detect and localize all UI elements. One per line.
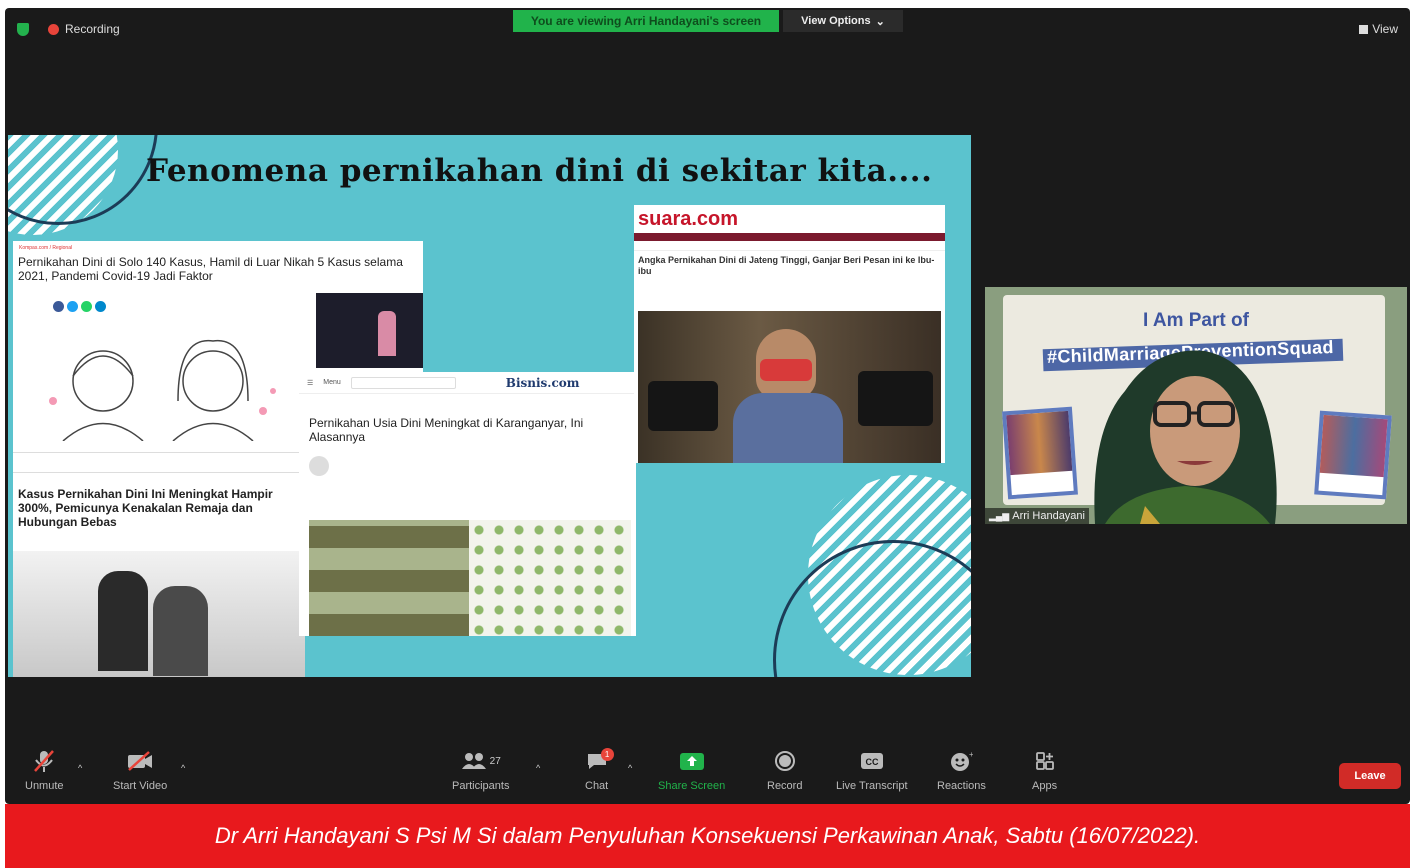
microphone-muted-icon bbox=[33, 746, 55, 776]
start-video-button[interactable]: Start Video bbox=[113, 746, 167, 792]
news-photo bbox=[13, 551, 305, 677]
chat-options-caret[interactable]: ^ bbox=[628, 763, 632, 773]
illustration-couple bbox=[49, 339, 276, 441]
news-clipping-bisnis: ☰ Menu Bisnis.com Pernikahan Usia Dini M… bbox=[299, 372, 636, 636]
recording-label[interactable]: Recording bbox=[65, 22, 120, 36]
recording-icon bbox=[48, 24, 59, 35]
reactions-label: Reactions bbox=[937, 780, 986, 792]
security-shield-icon[interactable] bbox=[17, 23, 29, 36]
record-label: Record bbox=[767, 780, 803, 792]
view-options-label: View Options bbox=[801, 15, 871, 27]
participants-button[interactable]: 27 Participants bbox=[452, 746, 509, 792]
meeting-toolbar: Unmute ^ Start Video ^ 27 Participants ^… bbox=[5, 746, 1410, 804]
news-headline: Angka Pernikahan Dini di Jateng Tinggi, … bbox=[638, 255, 935, 276]
record-button[interactable]: Record bbox=[767, 746, 802, 792]
share-screen-label: Share Screen bbox=[658, 780, 726, 792]
search-input bbox=[350, 376, 456, 389]
site-nav-bar bbox=[634, 233, 945, 241]
participants-icon: 27 bbox=[461, 746, 501, 776]
participant-name: Arri Handayani bbox=[1012, 510, 1085, 522]
participants-options-caret[interactable]: ^ bbox=[536, 763, 540, 773]
slide-title: Fenomena pernikahan dini di sekitar kita… bbox=[146, 153, 933, 189]
share-screen-icon bbox=[679, 746, 705, 776]
ring-decoration bbox=[773, 540, 971, 677]
camera-off-icon bbox=[127, 746, 153, 776]
chat-unread-badge: 1 bbox=[600, 748, 614, 761]
avatar bbox=[309, 456, 329, 476]
participant-name-tag: ▂▄▆ Arri Handayani bbox=[985, 508, 1089, 524]
poster-photo bbox=[1314, 410, 1392, 500]
news-breadcrumb: Kompas.com / Regional bbox=[19, 245, 73, 251]
news-photo bbox=[638, 311, 941, 463]
chat-icon: 1 bbox=[586, 746, 614, 776]
reactions-icon: + bbox=[949, 746, 973, 776]
site-logo: Bisnis.com bbox=[505, 375, 580, 390]
video-options-caret[interactable]: ^ bbox=[181, 763, 185, 773]
audio-options-caret[interactable]: ^ bbox=[78, 763, 82, 773]
chat-label: Chat bbox=[585, 780, 609, 792]
apps-icon bbox=[1034, 746, 1056, 776]
participants-count: 27 bbox=[489, 755, 501, 767]
menu-icon: ☰ bbox=[307, 379, 314, 387]
zoom-window: Recording You are viewing Arri Handayani… bbox=[5, 8, 1410, 804]
participants-label: Participants bbox=[452, 780, 510, 792]
chevron-down-icon: ⌄ bbox=[875, 15, 885, 28]
leave-button[interactable]: Leave bbox=[1339, 763, 1401, 789]
news-headline: Pernikahan Usia Dini Meningkat di Karang… bbox=[309, 416, 584, 444]
unmute-button[interactable]: Unmute bbox=[25, 746, 64, 792]
svg-text:+: + bbox=[969, 750, 973, 759]
signal-bars-icon: ▂▄▆ bbox=[989, 510, 1010, 521]
cc-icon: CC bbox=[860, 746, 884, 776]
view-label: View bbox=[1372, 22, 1398, 36]
viewing-screen-banner: You are viewing Arri Handayani's screen bbox=[513, 10, 779, 32]
live-transcript-button[interactable]: CC Live Transcript bbox=[836, 746, 908, 792]
chat-button[interactable]: 1 Chat bbox=[585, 746, 614, 792]
news-photo bbox=[309, 520, 631, 636]
news-clipping-suara: suara.com Angka Pernikahan Dini di Jaten… bbox=[634, 205, 945, 463]
record-icon bbox=[774, 746, 796, 776]
news-video-thumbnail bbox=[316, 293, 423, 368]
svg-text:CC: CC bbox=[865, 757, 878, 767]
reactions-button[interactable]: + Reactions bbox=[937, 746, 986, 792]
apps-label: Apps bbox=[1032, 780, 1058, 792]
menu-label: Menu bbox=[323, 379, 341, 386]
start-video-label: Start Video bbox=[113, 780, 168, 792]
news-clipping-2: Kasus Pernikahan Dini Ini Meningkat Hamp… bbox=[13, 461, 305, 677]
apps-button[interactable]: Apps bbox=[1032, 746, 1057, 792]
news-headline: Kasus Pernikahan Dini Ini Meningkat Hamp… bbox=[18, 487, 273, 529]
site-logo: suara.com bbox=[638, 207, 739, 230]
view-options-button[interactable]: View Options ⌄ bbox=[783, 10, 903, 32]
live-transcript-label: Live Transcript bbox=[836, 780, 908, 792]
grid-icon bbox=[1359, 24, 1369, 34]
photo-caption: Dr Arri Handayani S Psi M Si dalam Penyu… bbox=[5, 804, 1410, 868]
caption-text: Dr Arri Handayani S Psi M Si dalam Penyu… bbox=[214, 823, 1201, 848]
participant-person bbox=[1094, 350, 1277, 524]
news-headline: Pernikahan Dini di Solo 140 Kasus, Hamil… bbox=[18, 255, 403, 283]
unmute-label: Unmute bbox=[25, 780, 64, 792]
participant-video-tile[interactable]: I Am Part of #ChildMarriagePreventionSqu… bbox=[985, 287, 1407, 524]
ring-decoration bbox=[8, 135, 158, 225]
poster-photo bbox=[1002, 406, 1078, 500]
shared-slide: Fenomena pernikahan dini di sekitar kita… bbox=[8, 135, 971, 677]
view-button[interactable]: View bbox=[1359, 22, 1398, 36]
share-screen-button[interactable]: Share Screen bbox=[658, 746, 725, 792]
